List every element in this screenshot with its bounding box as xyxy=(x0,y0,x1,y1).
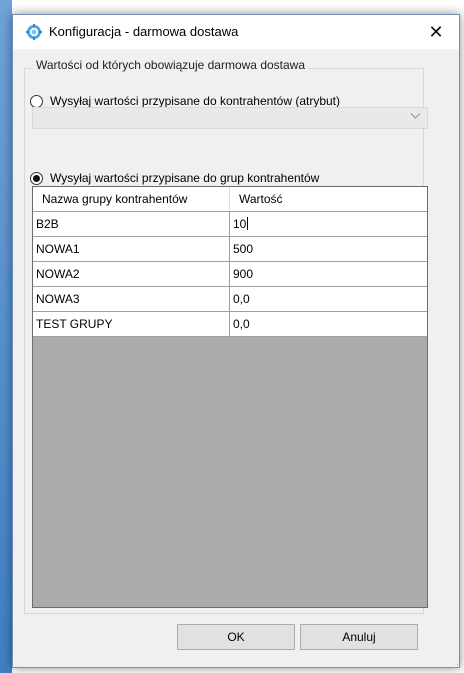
radio-button-checked[interactable] xyxy=(30,171,43,185)
group-name-cell[interactable]: NOWA3 xyxy=(33,287,230,311)
table-row[interactable]: TEST GRUPY 0,0 xyxy=(33,311,427,337)
table-row[interactable]: B2B 10 xyxy=(33,211,427,236)
title-bar[interactable]: Konfiguracja - darmowa dostawa ✕ xyxy=(13,15,459,49)
customer-group-grid[interactable]: Nazwa grupy kontrahentów Wartość B2B 10 … xyxy=(32,186,428,608)
group-name-cell[interactable]: NOWA2 xyxy=(33,262,230,286)
text-caret xyxy=(247,217,249,230)
value-cell-text: 10 xyxy=(233,217,247,231)
radio-by-attribute-label: Wysyłaj wartości przypisane do kontrahen… xyxy=(50,94,341,108)
resize-grip-icon[interactable]: ⋰ xyxy=(453,659,462,670)
groupbox-legend: Wartości od których obowiązuje darmowa d… xyxy=(33,58,309,72)
close-icon: ✕ xyxy=(428,21,444,42)
radio-button-unchecked[interactable] xyxy=(30,94,43,108)
radio-by-group[interactable]: Wysyłaj wartości przypisane do grup kont… xyxy=(30,171,319,185)
cancel-button[interactable]: Anuluj xyxy=(300,624,418,650)
group-name-cell[interactable]: NOWA1 xyxy=(33,237,230,261)
table-row[interactable]: NOWA1 500 xyxy=(33,236,427,261)
window-title: Konfiguracja - darmowa dostawa xyxy=(49,24,239,39)
table-row[interactable]: NOWA2 900 xyxy=(33,261,427,286)
chevron-down-icon xyxy=(410,110,421,124)
column-header-value[interactable]: Wartość xyxy=(230,187,427,211)
value-cell[interactable]: 900 xyxy=(230,262,427,286)
table-row[interactable]: NOWA3 0,0 xyxy=(33,286,427,311)
value-cell[interactable]: 0,0 xyxy=(230,312,427,336)
radio-by-group-label: Wysyłaj wartości przypisane do grup kont… xyxy=(50,171,320,185)
ok-button[interactable]: OK xyxy=(177,624,295,650)
column-header-group-name[interactable]: Nazwa grupy kontrahentów xyxy=(33,187,230,211)
value-cell[interactable]: 0,0 xyxy=(230,287,427,311)
value-cell-editing[interactable]: 10 xyxy=(230,212,427,236)
gear-icon xyxy=(26,24,42,40)
attribute-combobox[interactable] xyxy=(32,107,428,129)
value-cell[interactable]: 500 xyxy=(230,237,427,261)
grid-header: Nazwa grupy kontrahentów Wartość xyxy=(33,187,427,211)
close-button[interactable]: ✕ xyxy=(413,15,459,49)
group-name-cell[interactable]: TEST GRUPY xyxy=(33,312,230,336)
desktop-background xyxy=(0,0,12,673)
radio-by-attribute[interactable]: Wysyłaj wartości przypisane do kontrahen… xyxy=(30,94,340,108)
group-name-cell[interactable]: B2B xyxy=(33,212,230,236)
